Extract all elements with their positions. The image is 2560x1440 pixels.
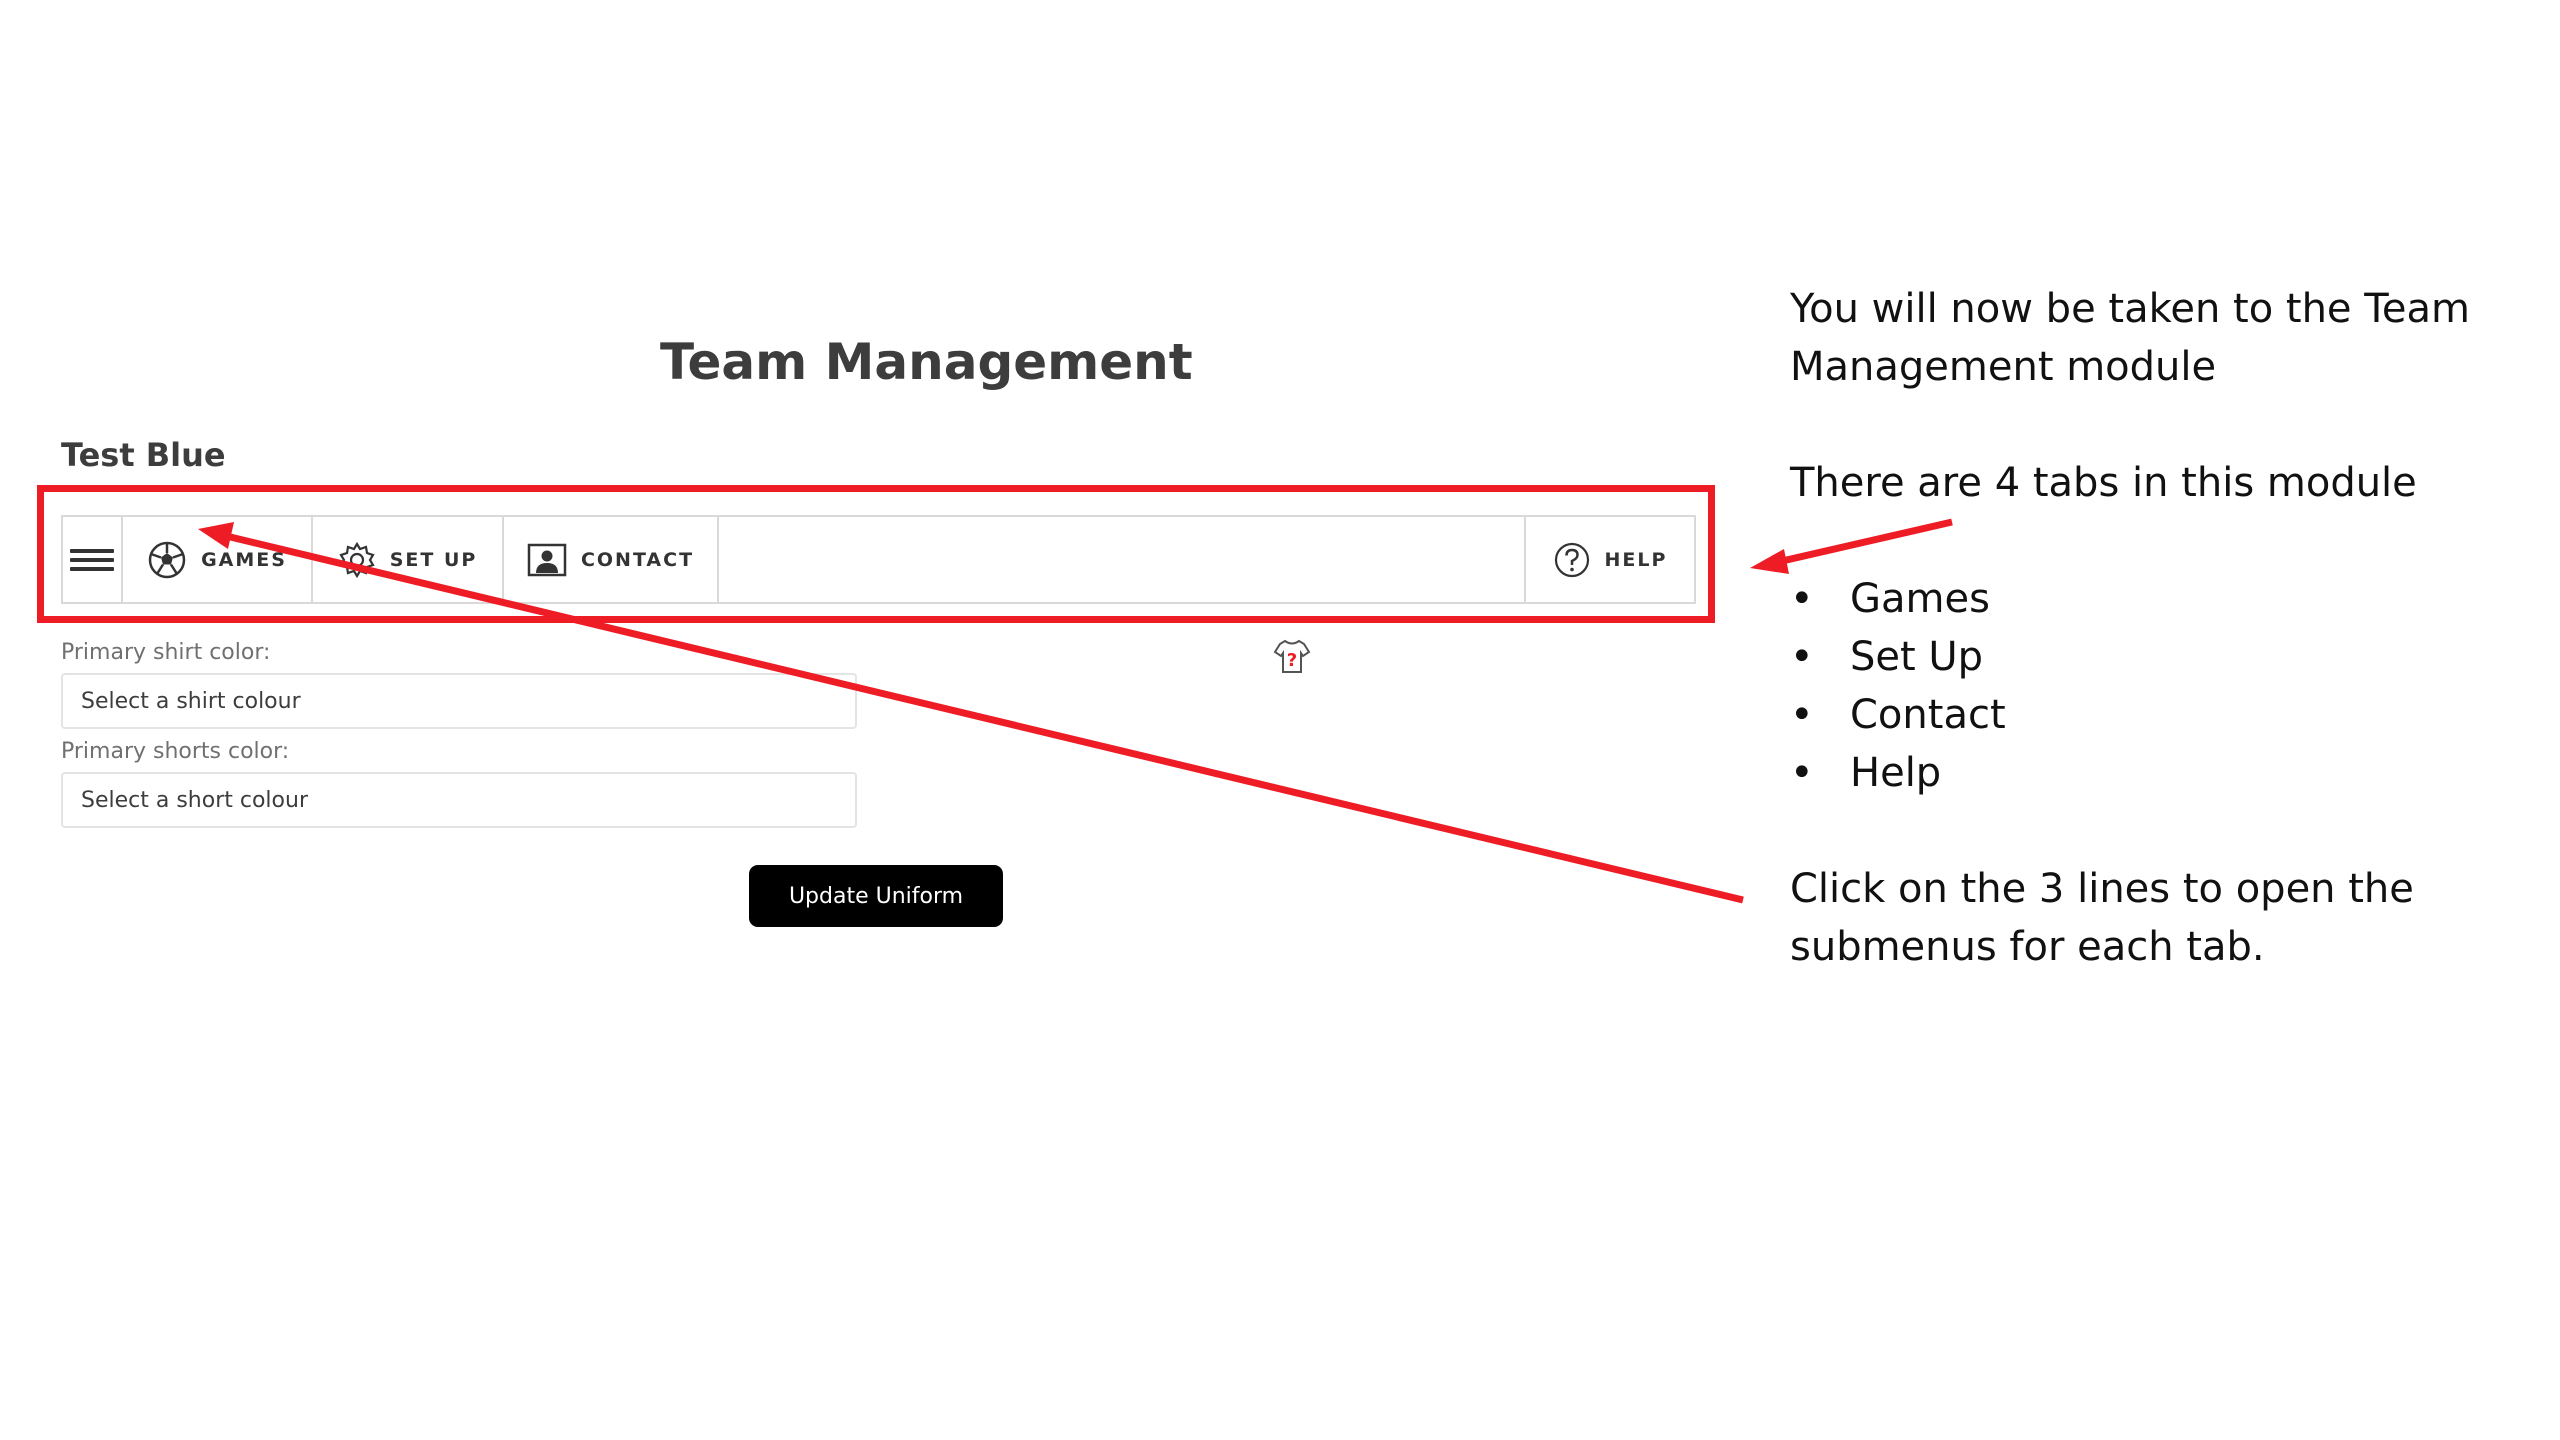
instructions-tab-item: Set Up [1790,628,2530,686]
instructions-tabs-intro: There are 4 tabs in this module [1790,460,2417,506]
update-uniform-button[interactable]: Update Uniform [749,865,1003,927]
page-title: Team Management [660,333,1193,391]
shirt-color-select-value: Select a shirt colour [81,688,301,714]
instructions-panel: You will now be taken to the Team Manage… [1790,280,2530,976]
shorts-color-select[interactable]: Select a short colour [61,772,857,828]
instructions-tab-item: Help [1790,744,2530,802]
tabs-highlight-box [37,485,1715,623]
shirt-color-select[interactable]: Select a shirt colour [61,673,857,729]
instructions-hint: Click on the 3 lines to open the submenu… [1790,866,2414,970]
instructions-tab-item: Contact [1790,686,2530,744]
svg-text:?: ? [1287,650,1297,671]
instructions-tab-item: Games [1790,570,2530,628]
shorts-color-label: Primary shorts color: [61,739,290,764]
slide: Team Management Test Blue GAMES SET UP C… [0,0,2560,1440]
shirt-help-icon[interactable]: ? [1272,636,1312,676]
team-name: Test Blue [61,436,226,474]
instructions-intro: You will now be taken to the Team Manage… [1790,286,2470,390]
shirt-color-label: Primary shirt color: [61,640,271,665]
instructions-tab-list: Games Set Up Contact Help [1790,570,2530,802]
shorts-color-select-value: Select a short colour [81,787,308,813]
